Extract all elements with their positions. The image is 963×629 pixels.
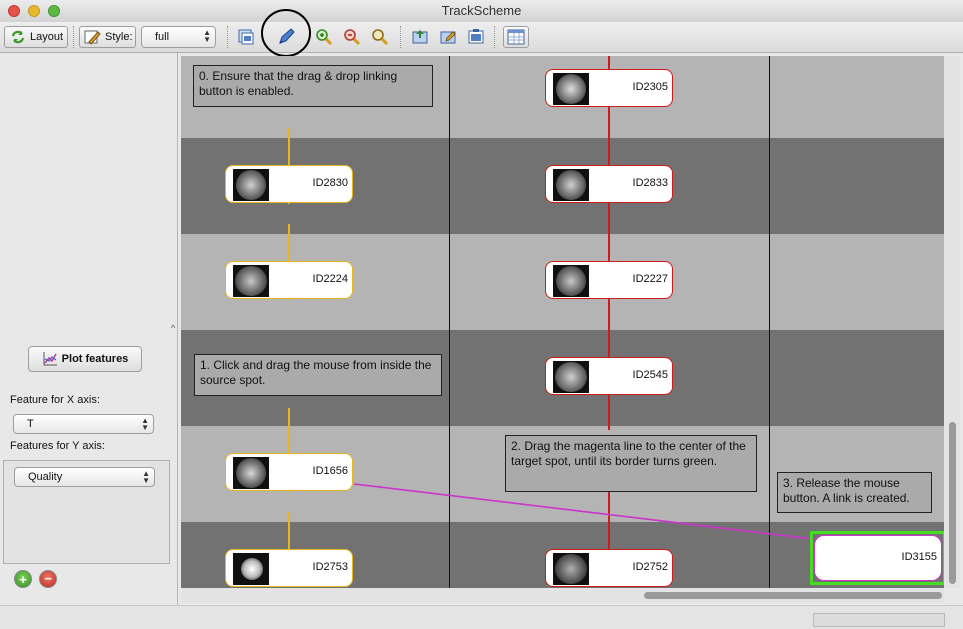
spot-node[interactable]: ID2545 xyxy=(545,357,673,395)
zoom-in-button[interactable] xyxy=(313,26,335,48)
instruction-note-0: 0. Ensure that the drag & drop linking b… xyxy=(193,65,433,107)
scrollbar-thumb[interactable] xyxy=(644,592,942,599)
zoom-out-icon xyxy=(344,29,361,46)
spot-label: ID1656 xyxy=(312,465,348,477)
progress-bar xyxy=(813,613,945,627)
spot-label: ID2752 xyxy=(632,561,668,573)
edit-image-icon xyxy=(440,31,456,44)
chart-icon xyxy=(43,352,57,366)
spot-thumbnail xyxy=(553,553,589,585)
layout-button-label: Layout xyxy=(30,31,64,43)
capture-icon xyxy=(468,29,484,44)
spot-thumbnail xyxy=(553,265,589,297)
plot-features-label: Plot features xyxy=(61,353,129,365)
style-select-value: full xyxy=(155,31,170,43)
zoom-out-button[interactable] xyxy=(341,26,363,48)
y-axis-select[interactable]: Quality ▲ ▼ xyxy=(14,467,155,487)
export-image-button[interactable] xyxy=(409,26,431,48)
x-axis-select[interactable]: T ▲ ▼ xyxy=(13,414,154,434)
window-titlebar: TrackScheme xyxy=(0,0,963,23)
spot-label: ID2227 xyxy=(632,273,668,285)
display-table-button[interactable] xyxy=(503,26,529,48)
remove-feature-button[interactable]: − xyxy=(39,570,57,588)
trackscheme-canvas[interactable]: ID2830 ID2224 ID1656 ID2753 ID2305 ID283… xyxy=(181,56,944,588)
instruction-note-1: 1. Click and drag the mouse from inside … xyxy=(194,354,442,396)
remove-icon: − xyxy=(44,571,52,586)
spot-node[interactable]: ID1656 xyxy=(225,453,353,491)
toolbar-separator xyxy=(73,26,74,48)
spot-label: ID2753 xyxy=(312,561,348,573)
zoom-in-icon xyxy=(316,29,333,46)
export-icon xyxy=(412,30,428,44)
zoom-fit-icon xyxy=(372,29,389,46)
stack-icon xyxy=(238,29,254,45)
add-feature-button[interactable]: + xyxy=(14,570,32,588)
style-label: Style: xyxy=(105,31,133,43)
select-track-button[interactable] xyxy=(235,26,257,48)
spot-label: ID2224 xyxy=(312,273,348,285)
spot-label: ID2833 xyxy=(632,177,668,189)
spot-node[interactable]: ID2753 xyxy=(225,549,353,587)
highlight-circle xyxy=(261,9,311,57)
status-bar xyxy=(0,605,963,629)
collapse-arrow-icon[interactable]: ^ xyxy=(171,323,175,333)
style-select[interactable]: full ▲ ▼ xyxy=(141,26,216,48)
spot-node[interactable]: ID2224 xyxy=(225,261,353,299)
instruction-note-2: 2. Drag the magenta line to the center o… xyxy=(505,435,757,492)
spot-label: ID3155 xyxy=(901,551,937,563)
spot-thumbnail xyxy=(233,457,269,489)
spot-thumbnail xyxy=(553,73,589,105)
toolbar-separator xyxy=(227,26,228,48)
spot-node[interactable]: ID2830 xyxy=(225,165,353,203)
window-title: TrackScheme xyxy=(441,3,522,18)
y-axis-value: Quality xyxy=(28,471,63,483)
table-icon xyxy=(507,29,525,45)
zoom-fit-button[interactable] xyxy=(369,26,391,48)
export-svg-button[interactable] xyxy=(437,26,459,48)
vertical-scrollbar[interactable] xyxy=(944,56,960,588)
spot-label: ID2305 xyxy=(632,81,668,93)
y-axis-label: Features for Y axis: xyxy=(10,440,105,452)
sidebar: ^ Plot features Feature for X axis: T ▲ ▼… xyxy=(0,53,178,605)
paint-icon xyxy=(84,30,101,45)
select-arrows-icon: ▲ ▼ xyxy=(203,28,211,44)
plot-features-button[interactable]: Plot features xyxy=(28,346,142,372)
spot-label: ID2830 xyxy=(312,177,348,189)
toolbar-separator xyxy=(400,26,401,48)
instruction-note-3: 3. Release the mouse button. A link is c… xyxy=(777,472,932,513)
refresh-arrows-icon xyxy=(11,30,25,44)
spot-node[interactable]: ID2227 xyxy=(545,261,673,299)
scrollbar-thumb[interactable] xyxy=(949,422,956,584)
toolbar: Layout Style: full ▲ ▼ xyxy=(0,9,963,57)
toolbar-separator xyxy=(494,26,495,48)
select-arrows-icon: ▲ ▼ xyxy=(141,416,149,432)
x-axis-label: Feature for X axis: xyxy=(10,394,100,406)
spot-node[interactable]: ID2752 xyxy=(545,549,673,587)
select-arrows-icon: ▲ ▼ xyxy=(142,469,150,485)
spot-thumbnail xyxy=(553,361,589,393)
spot-label: ID2545 xyxy=(632,369,668,381)
add-icon: + xyxy=(19,572,27,587)
target-spot-node[interactable]: ID3155 xyxy=(814,535,942,581)
spot-thumbnail xyxy=(553,169,589,201)
spot-thumbnail xyxy=(233,169,269,201)
style-button[interactable]: Style: xyxy=(79,26,136,48)
spot-node[interactable]: ID2305 xyxy=(545,69,673,107)
capture-button[interactable] xyxy=(465,26,487,48)
y-features-panel: Quality ▲ ▼ xyxy=(3,460,170,564)
horizontal-scrollbar[interactable] xyxy=(181,588,944,603)
spot-node[interactable]: ID2833 xyxy=(545,165,673,203)
spot-thumbnail xyxy=(233,265,269,297)
spot-thumbnail xyxy=(233,553,269,585)
layout-button[interactable]: Layout xyxy=(4,26,68,48)
x-axis-value: T xyxy=(27,418,34,430)
